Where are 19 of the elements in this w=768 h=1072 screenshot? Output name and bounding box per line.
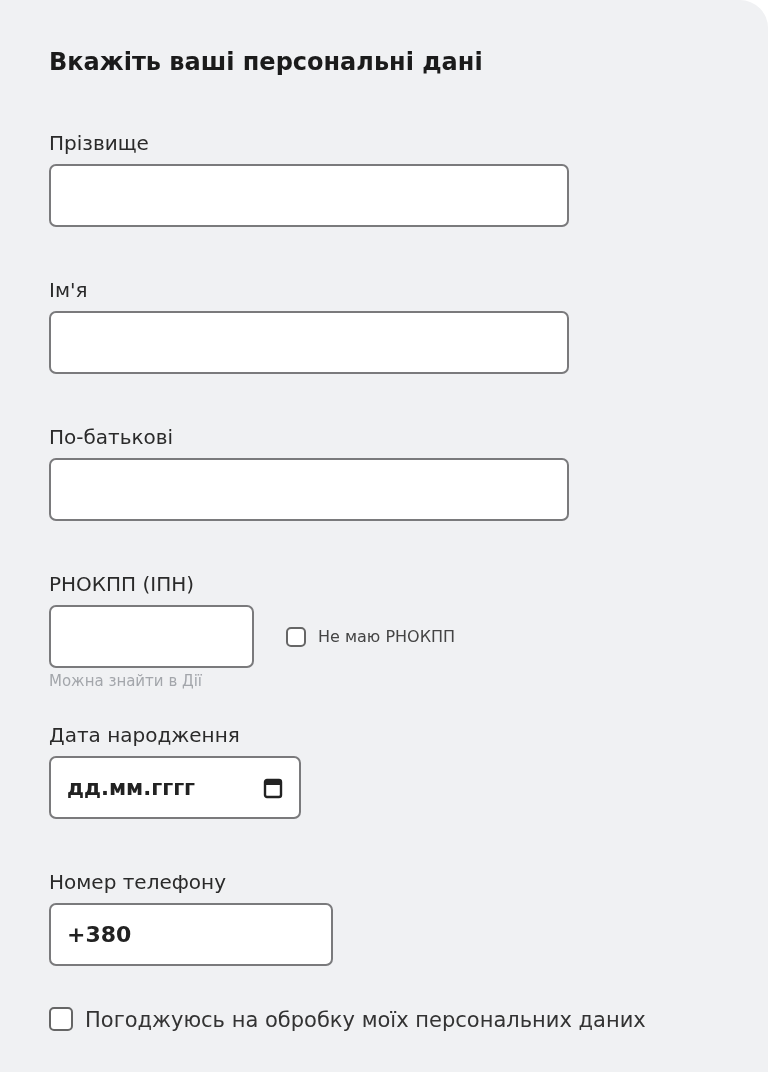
calendar-icon[interactable] <box>263 776 283 799</box>
field-label: По-батькові <box>49 424 174 450</box>
consent-label: Погоджуюсь на обробку моїх персональних даних <box>85 1007 647 1034</box>
hint-text: Можна знайти в Дії <box>49 672 203 690</box>
field-label: Ім'я <box>49 277 88 303</box>
input-field[interactable] <box>49 164 569 227</box>
form-title: Вкажіть ваші персональні дані <box>49 48 484 76</box>
input-field[interactable] <box>49 311 569 374</box>
checkbox-label: Не маю РНОКПП <box>318 627 456 646</box>
checkbox[interactable] <box>286 626 306 647</box>
input-field[interactable] <box>49 458 569 521</box>
input-field[interactable] <box>49 605 254 668</box>
field-label: Дата народження <box>49 722 240 748</box>
date-field[interactable]: дд.мм.гггг <box>49 756 301 819</box>
phone-field[interactable]: +380 <box>49 903 333 966</box>
checkbox[interactable] <box>49 1007 73 1031</box>
field-label: Прізвище <box>49 130 149 156</box>
field-label: РНОКПП (ІПН) <box>49 571 195 597</box>
field-label: Номер телефону <box>49 869 226 895</box>
